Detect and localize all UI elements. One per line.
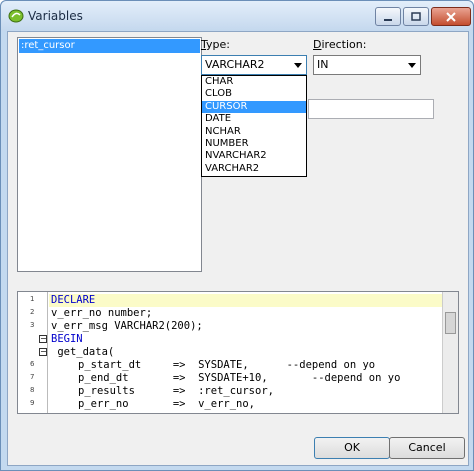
dialog-client-area: :ret_cursor Type: Direction: VARCHAR2 IN… — [7, 31, 469, 466]
code-line: v_err_no number; — [51, 307, 153, 319]
type-option-date[interactable]: DATE — [202, 113, 306, 125]
line-number: 2 — [30, 308, 35, 316]
ok-button[interactable]: OK — [314, 437, 390, 459]
close-icon — [446, 11, 456, 22]
type-option-number[interactable]: NUMBER — [202, 138, 306, 150]
line-number: 1 — [30, 295, 35, 303]
code-line: get_data( — [51, 346, 115, 358]
type-option-varchar2[interactable]: VARCHAR2 — [202, 163, 306, 175]
type-dropdown-list[interactable]: CHAR CLOB CURSOR DATE NCHAR NUMBER NVARC… — [201, 75, 307, 177]
minimize-icon — [384, 18, 392, 21]
chevron-down-icon — [408, 63, 416, 68]
type-option-nvarchar2[interactable]: NVARCHAR2 — [202, 150, 306, 162]
value-field[interactable] — [308, 99, 434, 119]
type-option-cursor[interactable]: CURSOR — [202, 100, 306, 114]
line-number: 8 — [30, 386, 35, 394]
code-line: p_start_dt => SYSDATE, --depend on yo — [78, 359, 376, 371]
scrollbar-thumb[interactable] — [445, 312, 456, 334]
variable-list[interactable]: :ret_cursor — [17, 37, 202, 272]
fold-collapse-icon[interactable]: − — [39, 335, 47, 343]
fold-collapse-icon[interactable]: − — [39, 348, 47, 356]
type-select-value: VARCHAR2 — [205, 58, 265, 71]
direction-select[interactable]: IN — [313, 55, 421, 75]
close-button[interactable] — [431, 7, 471, 26]
vertical-scrollbar[interactable] — [442, 292, 458, 413]
direction-select-value: IN — [317, 58, 329, 71]
cancel-button[interactable]: Cancel — [389, 437, 465, 459]
list-item[interactable]: :ret_cursor — [19, 39, 200, 53]
direction-label: Direction: — [313, 38, 367, 51]
line-number: 3 — [30, 321, 35, 329]
maximize-button[interactable] — [403, 7, 429, 26]
line-number: 7 — [30, 373, 35, 381]
window-title: Variables — [28, 9, 83, 23]
code-editor[interactable]: 1 2 3 − − 6 7 8 9 DECLARE v_err_no numbe… — [17, 291, 459, 414]
code-line: p_err_no => v_err_no, — [78, 398, 256, 410]
type-option-clob[interactable]: CLOB — [202, 88, 306, 100]
line-number: 6 — [30, 360, 35, 368]
type-select[interactable]: VARCHAR2 — [201, 55, 307, 75]
chevron-down-icon — [294, 63, 302, 68]
code-line: p_results => :ret_cursor, — [78, 385, 274, 397]
variables-dialog: Variables :ret_cursor Type: Direction: V… — [0, 0, 474, 471]
minimize-button[interactable] — [375, 7, 401, 26]
code-line: p_end_dt => SYSDATE+10, --depend on yo — [78, 372, 401, 384]
code-line: v_err_msg VARCHAR2(200); — [51, 320, 203, 332]
type-label: Type: — [201, 38, 230, 51]
line-number: 9 — [30, 399, 35, 407]
code-line: BEGIN — [51, 333, 83, 345]
type-option-char[interactable]: CHAR — [202, 76, 306, 88]
title-bar[interactable]: Variables — [1, 1, 473, 31]
maximize-icon — [411, 12, 421, 21]
code-line: DECLARE — [49, 294, 444, 307]
app-icon — [8, 9, 24, 23]
line-number-gutter: 1 2 3 − − 6 7 8 9 — [18, 292, 48, 413]
type-option-nchar[interactable]: NCHAR — [202, 126, 306, 138]
